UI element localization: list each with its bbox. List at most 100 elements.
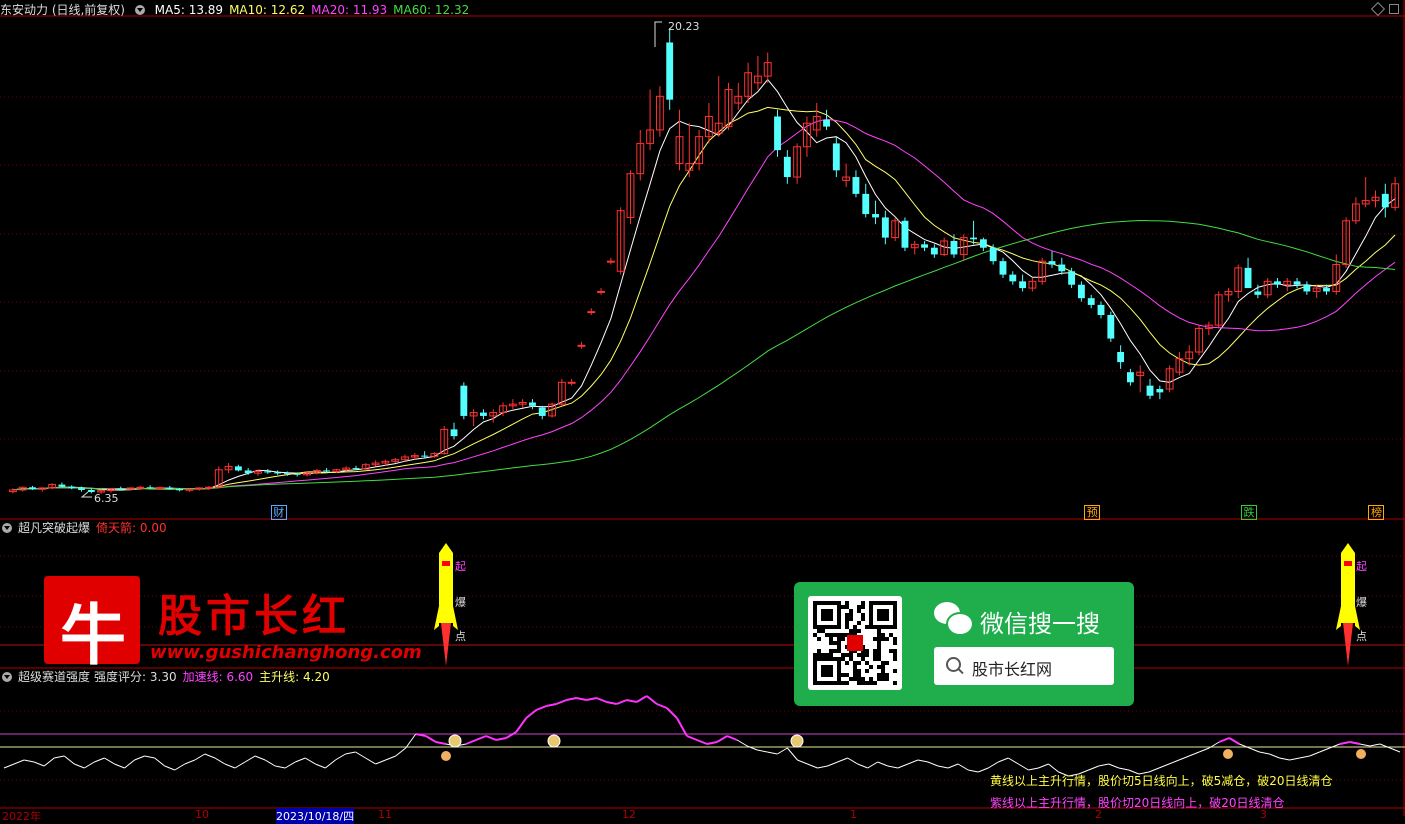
strength-segment bbox=[817, 765, 828, 769]
strength-segment bbox=[164, 765, 175, 771]
qr-module bbox=[881, 613, 885, 617]
money-bag-icon bbox=[790, 734, 804, 748]
strength-segment bbox=[767, 751, 778, 755]
qr-module bbox=[837, 669, 841, 673]
ma-label-ma60: MA60: 12.32 bbox=[393, 3, 470, 17]
candle-body bbox=[1126, 372, 1134, 383]
panel2-menu-icon[interactable] bbox=[2, 523, 12, 533]
qr-module bbox=[841, 657, 845, 661]
qr-module bbox=[877, 633, 881, 637]
panel3-header: 超级赛道强度 强度评分: 3.30 加速线: 6.60 主升线: 4.20 bbox=[2, 669, 336, 685]
x-tick-label: 2 bbox=[1095, 808, 1102, 821]
qr-module bbox=[837, 617, 841, 621]
panel3-accel: 加速线: 6.60 bbox=[182, 670, 254, 684]
candle-body bbox=[78, 488, 85, 490]
qr-module bbox=[865, 649, 869, 653]
candle-body bbox=[29, 487, 36, 490]
logo-url: www.gushichanghong.com bbox=[150, 642, 422, 663]
event-marker[interactable]: 财 bbox=[270, 505, 287, 520]
strength-segment bbox=[1309, 751, 1320, 757]
strength-segment bbox=[144, 755, 155, 759]
candle-body bbox=[117, 488, 125, 490]
strength-segment bbox=[1339, 741, 1350, 745]
qr-module bbox=[821, 669, 825, 673]
candle-body bbox=[1058, 264, 1066, 272]
wechat-banner[interactable]: 微信搜一搜 股市长红网 bbox=[794, 582, 1134, 706]
qr-module bbox=[893, 601, 897, 605]
strength-segment bbox=[877, 761, 888, 767]
qr-module bbox=[821, 609, 825, 613]
event-marker[interactable]: 跌 bbox=[1241, 505, 1258, 520]
ma-menu-icon[interactable] bbox=[134, 5, 145, 15]
strength-segment bbox=[63, 755, 75, 765]
qr-module bbox=[813, 633, 817, 637]
qr-module bbox=[877, 673, 881, 677]
qr-module bbox=[877, 601, 881, 605]
strength-segment bbox=[435, 741, 447, 745]
strength-segment bbox=[696, 739, 708, 745]
panel3-menu-icon[interactable] bbox=[2, 672, 12, 682]
qr-module bbox=[885, 601, 889, 605]
qr-module bbox=[829, 673, 833, 677]
qr-module bbox=[845, 653, 849, 657]
strength-segment bbox=[1038, 763, 1049, 769]
qr-module bbox=[877, 645, 881, 649]
strength-segment bbox=[1098, 763, 1109, 767]
wechat-search-box[interactable]: 股市长红网 bbox=[934, 647, 1114, 685]
note-yellow: 黄线以上主升行情，股价切5日线向上，破5减仓，破20日线清仓 bbox=[990, 774, 1333, 788]
qr-module bbox=[837, 605, 841, 609]
strength-segment bbox=[837, 757, 848, 763]
qr-module bbox=[857, 605, 861, 609]
qr-module bbox=[829, 665, 833, 669]
x-tick-label: 10 bbox=[195, 808, 209, 821]
low-price-label: 6.35 bbox=[94, 492, 119, 505]
qr-module bbox=[829, 641, 833, 645]
candle-body bbox=[783, 156, 791, 178]
x-tick-label: 12 bbox=[622, 808, 636, 821]
candle-body bbox=[450, 429, 458, 437]
strength-segment bbox=[1088, 765, 1099, 771]
low-callout bbox=[80, 491, 92, 498]
strength-segment bbox=[315, 763, 326, 769]
x-tick-label: 3 bbox=[1260, 808, 1267, 821]
qr-module bbox=[837, 609, 841, 613]
strength-segment bbox=[726, 735, 738, 741]
strength-segment bbox=[947, 763, 959, 769]
qr-module bbox=[885, 617, 889, 621]
candle-body bbox=[421, 455, 429, 457]
qr-module bbox=[893, 657, 897, 661]
logo-mark: 牛 bbox=[60, 596, 126, 674]
qr-module bbox=[877, 653, 881, 657]
qr-module bbox=[825, 613, 829, 617]
candle-body bbox=[1156, 389, 1164, 393]
qr-module bbox=[813, 625, 817, 629]
candle-body bbox=[146, 487, 154, 489]
qr-module bbox=[821, 629, 825, 633]
main-chart-header: 东安动力 (日线,前复权) MA5: 13.89 MA10: 12.62 MA20:… bbox=[0, 2, 481, 18]
qr-module bbox=[829, 681, 833, 685]
qr-module bbox=[837, 649, 841, 653]
qr-module bbox=[813, 609, 817, 613]
strength-segment bbox=[284, 761, 296, 769]
strength-segment bbox=[867, 761, 879, 769]
hand-pointer-icon bbox=[1356, 749, 1366, 759]
qr-module bbox=[893, 637, 897, 641]
qr-module bbox=[841, 681, 845, 685]
candle-body bbox=[666, 42, 674, 100]
candle-body bbox=[185, 488, 194, 491]
strength-segment bbox=[656, 703, 668, 709]
qr-module bbox=[825, 601, 829, 605]
candle-body bbox=[68, 486, 76, 489]
scroll-handle-icon[interactable] bbox=[1389, 4, 1399, 14]
strength-segment bbox=[174, 763, 186, 771]
qr-module bbox=[853, 661, 857, 665]
candle-body bbox=[597, 290, 606, 293]
event-marker[interactable]: 榜 bbox=[1368, 505, 1385, 520]
qr-module bbox=[857, 609, 861, 613]
qr-module bbox=[837, 677, 841, 681]
strength-segment bbox=[244, 755, 256, 763]
strength-segment bbox=[666, 707, 678, 719]
event-marker[interactable]: 预 bbox=[1084, 505, 1101, 520]
qr-module bbox=[829, 649, 833, 653]
qr-center-logo bbox=[847, 635, 863, 651]
